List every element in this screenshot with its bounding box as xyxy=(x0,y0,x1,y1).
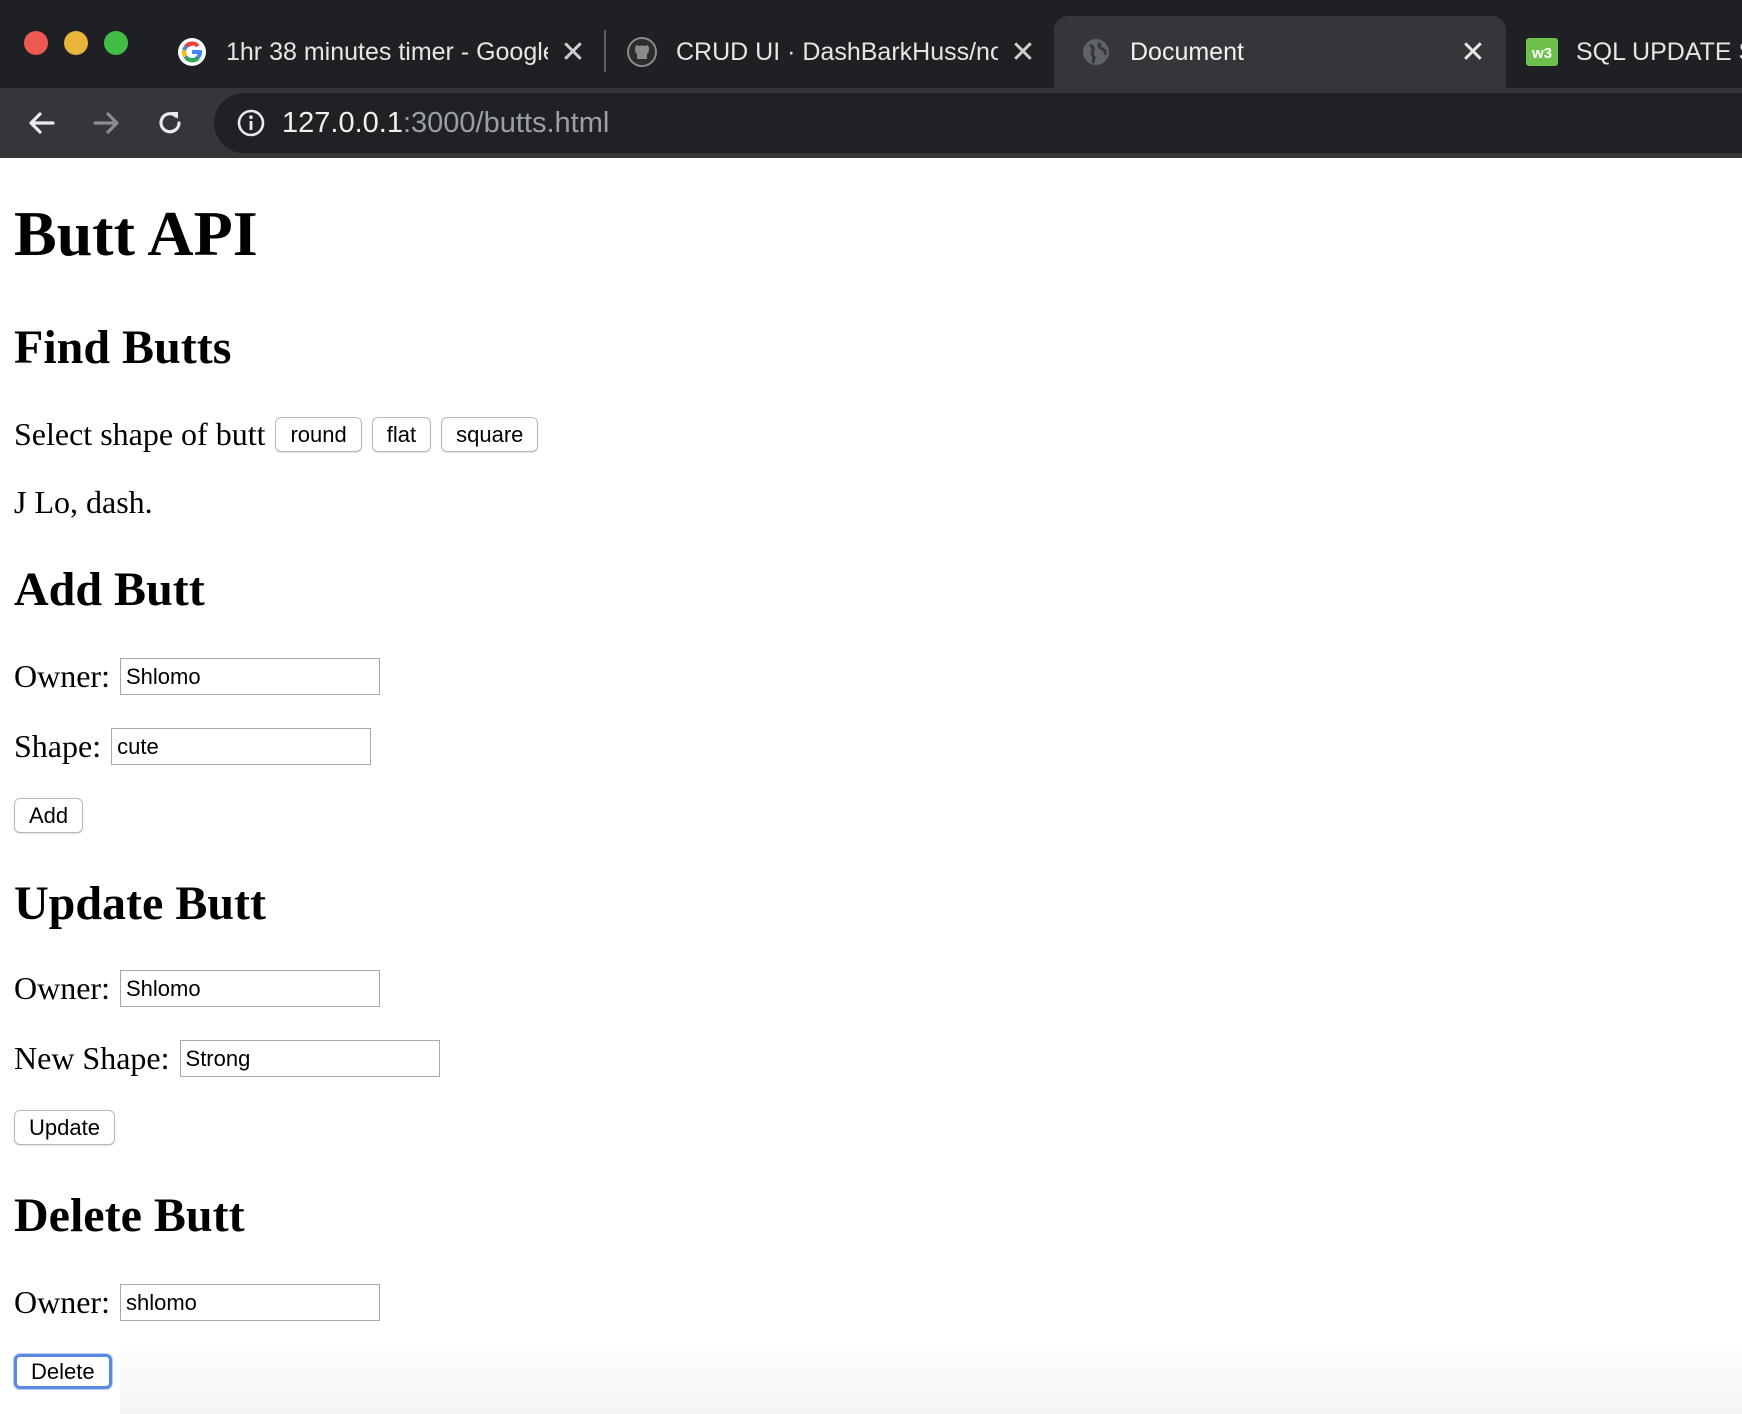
shape-round-button[interactable]: round xyxy=(275,417,362,452)
github-icon xyxy=(626,36,658,68)
update-shape-input[interactable]: Strong xyxy=(179,1040,440,1077)
browser-tab-active[interactable]: Document ✕ xyxy=(1054,16,1506,88)
shape-flat-button[interactable]: flat xyxy=(371,417,432,452)
delete-button[interactable]: Delete xyxy=(14,1354,112,1389)
update-shape-label: New Shape: xyxy=(14,1040,170,1076)
close-tab-icon[interactable]: ✕ xyxy=(1458,35,1488,70)
add-owner-input[interactable]: Shlomo xyxy=(119,658,380,695)
svg-text:w3: w3 xyxy=(1531,45,1552,62)
reload-icon[interactable] xyxy=(150,103,190,143)
tab-divider xyxy=(604,30,606,72)
add-shape-row: Shape: cute xyxy=(14,728,372,765)
w3schools-icon: w3 xyxy=(1526,36,1558,68)
close-window-button[interactable] xyxy=(24,31,48,55)
url-path: :3000/butts.html xyxy=(402,106,610,139)
shape-square-button[interactable]: square xyxy=(441,417,539,452)
delete-owner-input[interactable]: shlomo xyxy=(119,1284,380,1321)
delete-actions: Delete xyxy=(14,1354,122,1389)
tab-title: 1hr 38 minutes timer - Google xyxy=(226,37,548,66)
back-arrow-icon[interactable] xyxy=(22,103,62,143)
maximize-window-button[interactable] xyxy=(104,31,128,55)
tab-title: CRUD UI · DashBarkHuss/node xyxy=(676,37,998,66)
tab-title: SQL UPDATE S xyxy=(1576,37,1742,66)
add-shape-label: Shape: xyxy=(14,728,102,764)
add-button[interactable]: Add xyxy=(14,798,84,833)
update-owner-input[interactable]: Shlomo xyxy=(119,970,380,1007)
find-butts-heading: Find Butts xyxy=(14,321,232,374)
browser-toolbar: 127.0.0.1:3000/butts.html xyxy=(0,88,1742,158)
update-owner-row: Owner: Shlomo xyxy=(14,970,380,1007)
browser-tab[interactable]: CRUD UI · DashBarkHuss/node ✕ xyxy=(626,16,1038,88)
update-butt-heading: Update Butt xyxy=(14,877,267,930)
find-result-text: J Lo, dash. xyxy=(14,484,153,520)
globe-icon xyxy=(1080,36,1112,68)
update-button[interactable]: Update xyxy=(14,1110,115,1145)
shape-select-row: Select shape of butt round flat square xyxy=(14,416,548,453)
close-tab-icon[interactable]: ✕ xyxy=(1008,35,1038,70)
select-shape-label: Select shape of butt xyxy=(14,416,266,452)
delete-owner-row: Owner: shlomo xyxy=(14,1284,380,1321)
minimize-window-button[interactable] xyxy=(64,31,88,55)
tab-title: Document xyxy=(1130,37,1244,66)
info-icon[interactable] xyxy=(236,108,266,138)
update-shape-row: New Shape: Strong xyxy=(14,1040,440,1077)
browser-tab[interactable]: 1hr 38 minutes timer - Google ✕ xyxy=(176,16,588,88)
delete-butt-heading: Delete Butt xyxy=(14,1189,245,1242)
update-owner-label: Owner: xyxy=(14,970,110,1006)
update-actions: Update xyxy=(14,1110,125,1145)
delete-owner-label: Owner: xyxy=(14,1284,110,1320)
google-g-icon xyxy=(176,36,208,68)
add-owner-row: Owner: Shlomo xyxy=(14,658,380,695)
forward-arrow-icon[interactable] xyxy=(86,103,126,143)
page-title: Butt API xyxy=(14,198,258,269)
browser-tab[interactable]: w3 SQL UPDATE S xyxy=(1526,16,1742,88)
url-host: 127.0.0.1 xyxy=(282,106,403,139)
browser-titlebar: 1hr 38 minutes timer - Google ✕ CRUD UI … xyxy=(0,0,1742,88)
add-shape-input[interactable]: cute xyxy=(111,728,372,765)
add-owner-label: Owner: xyxy=(14,658,110,694)
close-tab-icon[interactable]: ✕ xyxy=(558,35,588,70)
add-butt-heading: Add Butt xyxy=(14,563,205,616)
add-actions: Add xyxy=(14,798,93,833)
window-shadow xyxy=(120,1340,1742,1414)
address-bar[interactable]: 127.0.0.1:3000/butts.html xyxy=(214,93,1742,153)
